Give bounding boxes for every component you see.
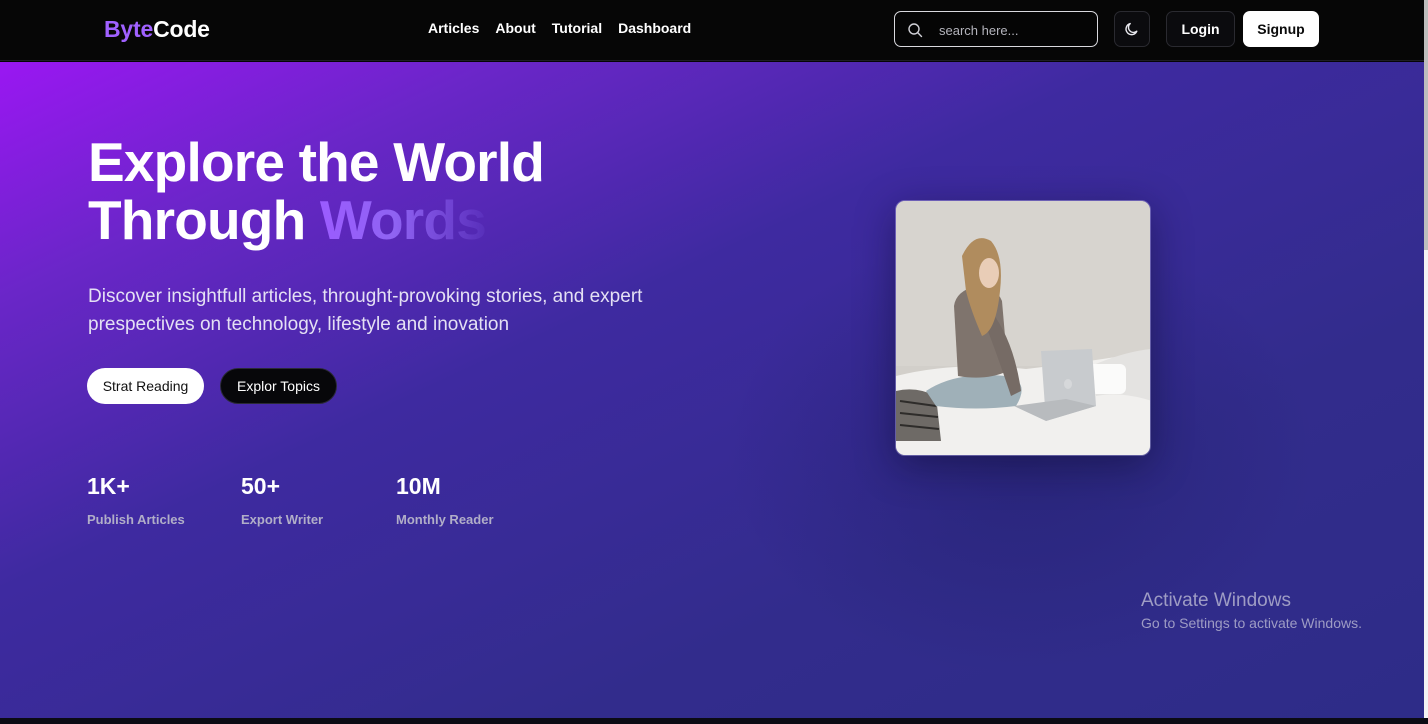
theme-toggle-button[interactable] [1114,11,1150,47]
stat-articles: 1K+ Publish Articles [87,472,185,527]
scrollbar-thumb[interactable] [1424,0,1428,250]
hero-headline-line2: Through [88,189,320,251]
page-bottom-edge [0,718,1428,724]
nav-link-tutorial[interactable]: Tutorial [552,20,602,36]
brand-logo-part2: Code [153,16,210,42]
stat-value: 10M [396,473,441,499]
windows-activation-watermark: Activate Windows Go to Settings to activ… [1141,590,1362,631]
hero-headline-line1: Explore the World [88,131,545,193]
hero-headline-accent: Words [319,189,487,251]
nav-link-dashboard[interactable]: Dashboard [618,20,691,36]
search-icon [908,23,923,38]
brand-logo[interactable]: ByteCode [104,16,210,43]
signup-button[interactable]: Signup [1243,11,1319,47]
activation-title: Activate Windows [1141,590,1291,611]
moon-icon [1125,22,1138,36]
activation-message: Go to Settings to activate Windows. [1141,615,1362,631]
stat-readers: 10M Monthly Reader [396,472,494,527]
brand-logo-part1: Byte [104,16,154,42]
nav-link-articles[interactable]: Articles [428,20,479,36]
stat-label: Export Writer [241,512,324,527]
stat-label: Publish Articles [87,512,185,527]
main-nav: Articles About Tutorial Dashboard [428,20,691,36]
stat-writers: 50+ Export Writer [241,472,323,527]
stat-value: 1K+ [87,473,130,499]
search-box [894,11,1098,47]
stat-value: 50+ [241,473,281,499]
hero-subtitle: Discover insightfull articles, throught-… [88,286,643,335]
login-button[interactable]: Login [1166,11,1235,47]
search-input[interactable] [939,20,1089,40]
hero-photo [896,201,1150,455]
nav-link-about[interactable]: About [495,20,535,36]
hero-headline: Explore the World Through Words [88,131,545,251]
explore-topics-button[interactable]: Explor Topics [220,368,337,404]
hero-photo-card [895,200,1151,456]
stat-label: Monthly Reader [396,512,494,527]
start-reading-button[interactable]: Strat Reading [87,368,204,404]
top-navbar: ByteCode Articles About Tutorial Dashboa… [0,0,1424,61]
